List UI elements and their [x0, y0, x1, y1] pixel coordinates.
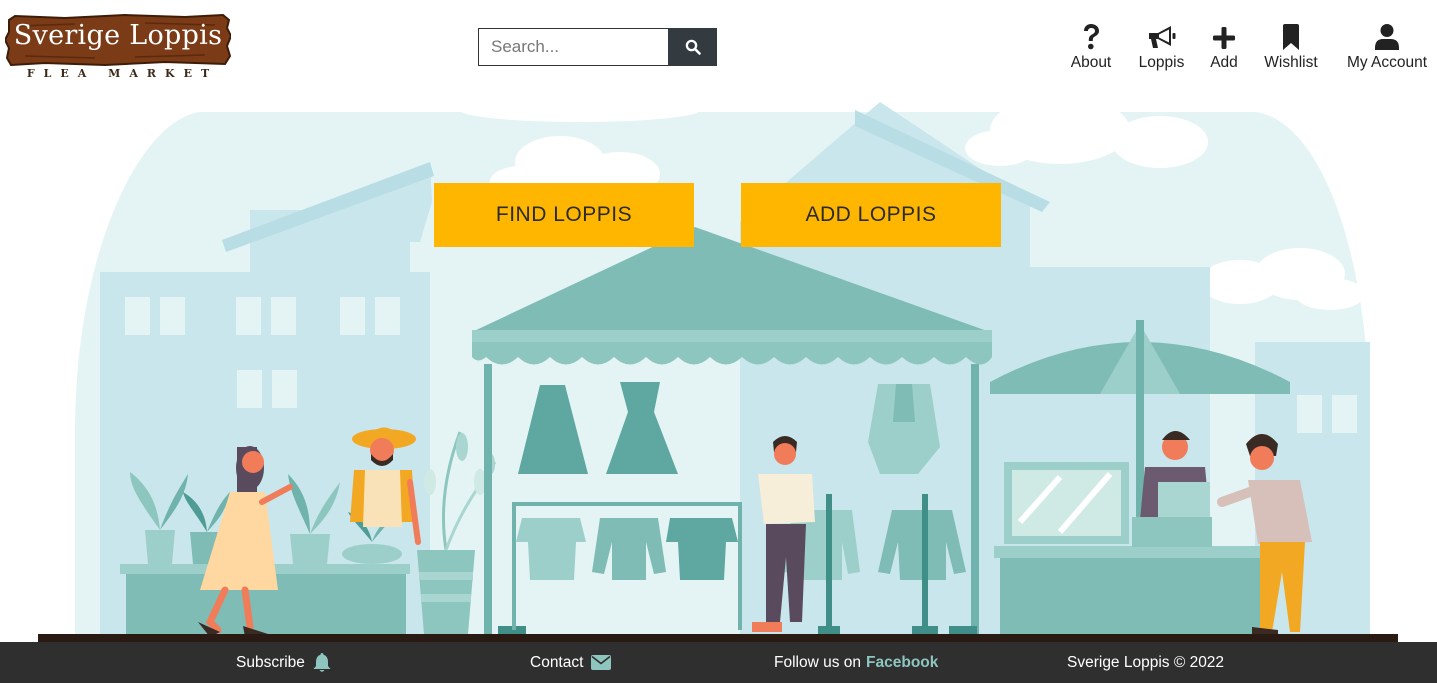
- search-bar: [478, 28, 717, 66]
- nav-add[interactable]: Add: [1204, 20, 1244, 72]
- nav-my-account-label: My Account: [1346, 54, 1428, 71]
- question-icon: [1084, 24, 1099, 50]
- nav-wishlist-label: Wishlist: [1264, 54, 1318, 71]
- search-icon: [685, 39, 701, 55]
- nav-my-account[interactable]: My Account: [1341, 20, 1433, 72]
- subscribe-label: Subscribe: [236, 653, 305, 671]
- hero-illustration: [0, 102, 1437, 642]
- follow-prefix: Follow us on: [774, 653, 862, 671]
- facebook-link[interactable]: Facebook: [866, 654, 938, 672]
- logo[interactable]: Sverige Loppis FLEA MARKET: [5, 12, 233, 82]
- megaphone-icon: [1148, 26, 1175, 48]
- plus-icon: [1213, 27, 1235, 49]
- follow-us: Follow us on Facebook: [774, 642, 938, 683]
- nav-about[interactable]: About: [1066, 20, 1116, 72]
- contact-link[interactable]: Contact: [530, 642, 612, 683]
- nav-wishlist[interactable]: Wishlist: [1259, 20, 1323, 72]
- bookmark-icon: [1283, 24, 1299, 50]
- bell-icon: [313, 652, 331, 672]
- nav-loppis[interactable]: Loppis: [1134, 20, 1189, 72]
- contact-label: Contact: [530, 653, 584, 671]
- subscribe-link[interactable]: Subscribe: [236, 642, 331, 683]
- flea-market-scene: [38, 102, 1398, 642]
- copyright: Sverige Loppis © 2022: [1067, 653, 1225, 671]
- logo-title: Sverige Loppis: [13, 20, 223, 51]
- search-button[interactable]: [668, 28, 717, 66]
- add-loppis-button[interactable]: ADD LOPPIS: [741, 183, 1001, 247]
- search-input[interactable]: [478, 28, 668, 66]
- site-footer: Subscribe Contact Follow us on Facebook …: [0, 642, 1437, 683]
- envelope-icon: [591, 655, 612, 670]
- find-loppis-button[interactable]: FIND LOPPIS: [434, 183, 694, 247]
- site-header: Sverige Loppis FLEA MARKET About: [0, 0, 1437, 102]
- nav-about-label: About: [1070, 54, 1112, 71]
- logo-tagline: FLEA MARKET: [26, 67, 219, 80]
- nav-loppis-label: Loppis: [1138, 54, 1185, 71]
- nav-add-label: Add: [1210, 54, 1238, 71]
- user-icon: [1375, 24, 1399, 50]
